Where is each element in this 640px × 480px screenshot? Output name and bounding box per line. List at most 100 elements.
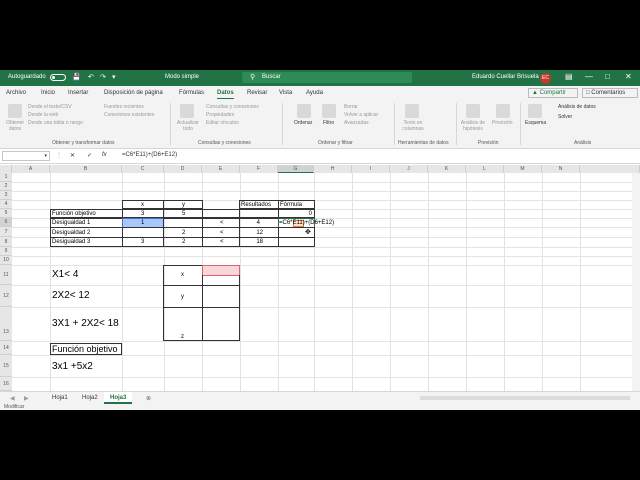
row-header-4[interactable]: 4 [0, 200, 12, 209]
cell-c5[interactable]: 3 [122, 209, 164, 218]
column-header-k[interactable]: K [428, 165, 466, 173]
avatar[interactable]: EC [540, 73, 551, 84]
cell-f4[interactable]: Resultados [239, 200, 279, 209]
minimize-icon[interactable]: — [585, 72, 593, 81]
mode-label[interactable]: Modo simple [165, 74, 199, 80]
cell-e8[interactable]: < [202, 237, 240, 247]
name-box[interactable]: ▾ [2, 151, 50, 161]
solver-button[interactable]: Solver [558, 114, 572, 120]
cell-g4[interactable]: Fórmula [278, 200, 315, 209]
cell-e12[interactable] [202, 285, 240, 308]
column-header-e[interactable]: E [202, 165, 240, 173]
cell-g5[interactable]: 0 [278, 209, 315, 218]
enter-icon[interactable]: ✓ [87, 152, 92, 159]
column-header-i[interactable]: I [352, 165, 390, 173]
reapply-button[interactable]: Volver a aplicar [344, 112, 378, 118]
tab-revisar[interactable]: Revisar [247, 90, 267, 96]
horizontal-scrollbar[interactable] [420, 396, 630, 400]
share-button[interactable]: ▲ Compartir [528, 88, 578, 98]
cell-d8[interactable]: 2 [163, 237, 203, 247]
comments-button[interactable]: □ Comentarios [582, 88, 638, 98]
column-header-m[interactable]: M [504, 165, 542, 173]
column-header-f[interactable]: F [240, 165, 278, 173]
column-header-b[interactable]: B [50, 165, 122, 173]
refresh-all-button[interactable]: Actualizar todo [175, 120, 201, 132]
edit-links-button[interactable]: Editar vínculos [206, 120, 239, 126]
cell-d5[interactable]: 5 [163, 209, 203, 218]
cell-c8[interactable]: 3 [122, 237, 164, 247]
get-data-button[interactable]: Obtener datos [4, 120, 26, 132]
cell-d13[interactable]: z [163, 307, 203, 341]
sheet-tab-hoja1[interactable]: Hoja1 [46, 392, 74, 404]
redo-icon[interactable]: ↷ [100, 73, 106, 81]
row-header-7[interactable]: 7 [0, 227, 12, 237]
recent-sources-button[interactable]: Fuentes recientes [104, 104, 144, 110]
cell-d12[interactable]: y [163, 285, 203, 308]
user-name[interactable]: Eduardo Cuellar Brisuela [472, 74, 539, 80]
row-header-14[interactable]: 14 [0, 341, 12, 355]
cell-d4[interactable]: y [163, 200, 203, 209]
outline-button[interactable]: Esquema [525, 120, 546, 126]
tab-datos[interactable]: Datos [217, 90, 234, 99]
cell-b8[interactable]: Desigualdad 3 [50, 237, 123, 247]
queries-connections-button[interactable]: Consultas y conexiones [206, 104, 259, 110]
column-header-j[interactable]: J [390, 165, 428, 173]
maximize-icon[interactable]: □ [605, 72, 610, 81]
clear-button[interactable]: Borrar [344, 104, 358, 110]
row-header-2[interactable]: 2 [0, 182, 12, 191]
cell-b5[interactable]: Función objetivo [50, 209, 123, 218]
column-header-l[interactable]: L [466, 165, 504, 173]
column-header-g[interactable]: G [278, 165, 314, 173]
tab-ayuda[interactable]: Ayuda [306, 90, 323, 96]
row-header-6[interactable]: 6 [0, 218, 12, 227]
filter-button[interactable]: Filtro [323, 120, 334, 126]
row-header-15[interactable]: 15 [0, 355, 12, 377]
tab-formulas[interactable]: Fórmulas [179, 90, 204, 96]
ribbon-display-icon[interactable]: ▤ [565, 72, 573, 81]
existing-connections-button[interactable]: Conexiones existentes [104, 112, 154, 118]
cancel-icon[interactable]: ✕ [70, 152, 75, 159]
sort-button[interactable]: Ordenar [294, 120, 312, 126]
vertical-scrollbar[interactable] [632, 173, 640, 397]
forecast-sheet-button[interactable]: Previsión [492, 120, 513, 126]
tab-disposicion[interactable]: Disposición de página [104, 90, 163, 96]
spreadsheet-grid[interactable]: A B C D E F G H I J K L M N 1 2 3 4 5 6 … [0, 165, 640, 397]
add-sheet-icon[interactable]: ⊕ [140, 392, 157, 404]
advanced-button[interactable]: Avanzadas [344, 120, 369, 126]
tab-vista[interactable]: Vista [279, 90, 292, 96]
what-if-button[interactable]: Análisis de hipótesis [460, 120, 486, 132]
properties-button[interactable]: Propiedades [206, 112, 234, 118]
insert-function-icon[interactable]: fx [102, 152, 107, 158]
cell-f8[interactable]: 18 [239, 237, 279, 247]
objective-label-box[interactable]: Función objetivo [50, 343, 122, 355]
column-header-c[interactable]: C [122, 165, 164, 173]
close-icon[interactable]: ✕ [625, 72, 632, 81]
sheet-tab-hoja2[interactable]: Hoja2 [76, 392, 104, 404]
row-header-1[interactable]: 1 [0, 173, 12, 182]
undo-icon[interactable]: ↶ [88, 73, 94, 81]
cell-d11[interactable]: x [163, 265, 203, 286]
tab-insertar[interactable]: Insertar [68, 90, 88, 96]
autosave-toggle[interactable] [50, 74, 66, 81]
cell-e5[interactable] [202, 209, 240, 218]
from-web-button[interactable]: Desde la web [28, 112, 58, 118]
from-table-button[interactable]: Desde una tabla o rango [28, 120, 83, 126]
row-header-8[interactable]: 8 [0, 237, 12, 247]
data-analysis-button[interactable]: Análisis de datos [558, 104, 596, 110]
tab-archivo[interactable]: Archivo [6, 90, 26, 96]
row-header-3[interactable]: 3 [0, 191, 12, 200]
cell-e13[interactable] [202, 307, 240, 341]
column-header-n[interactable]: N [542, 165, 580, 173]
row-header-11[interactable]: 11 [0, 265, 12, 285]
cell-c4[interactable]: x [122, 200, 164, 209]
row-header-9[interactable]: 9 [0, 247, 12, 256]
save-icon[interactable]: 💾 [72, 73, 81, 81]
cell-f5[interactable] [239, 209, 279, 218]
next-sheet-icon[interactable]: ▶ [18, 392, 35, 404]
row-header-13[interactable]: 13 [0, 307, 12, 341]
customize-toolbar-icon[interactable]: ▾ [112, 73, 116, 81]
row-header-10[interactable]: 10 [0, 256, 12, 265]
column-header-a[interactable]: A [12, 165, 50, 173]
row-header-12[interactable]: 12 [0, 285, 12, 307]
select-all-corner[interactable] [0, 165, 12, 173]
